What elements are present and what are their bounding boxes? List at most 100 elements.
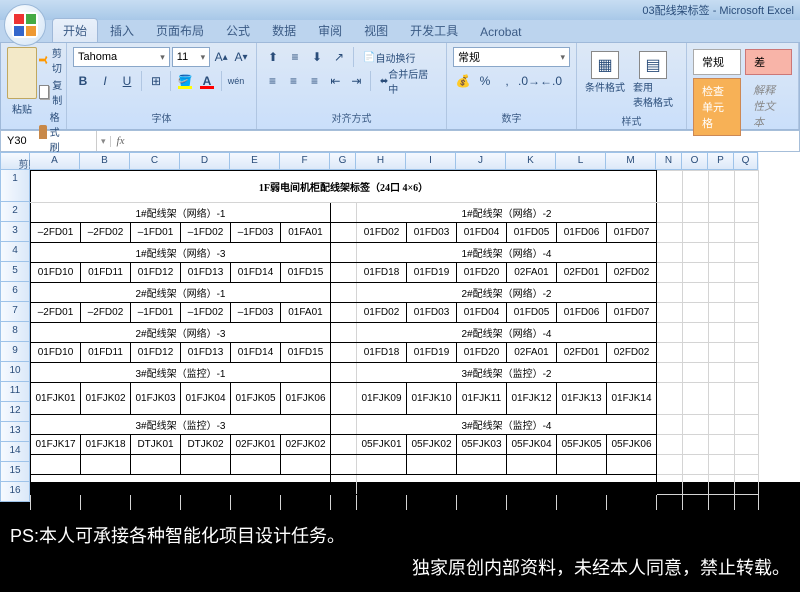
- indent-dec-button[interactable]: ⇤: [326, 71, 345, 91]
- tab-view[interactable]: 视图: [354, 19, 398, 42]
- row-header[interactable]: 4: [0, 242, 30, 262]
- align-bottom-button[interactable]: ⬇: [307, 47, 327, 67]
- col-header[interactable]: P: [708, 152, 734, 170]
- tab-acrobat[interactable]: Acrobat: [470, 22, 531, 42]
- align-center-button[interactable]: ≡: [284, 71, 303, 91]
- tab-dev[interactable]: 开发工具: [400, 19, 468, 42]
- orientation-button[interactable]: ↗: [329, 47, 349, 67]
- row-header[interactable]: 5: [0, 262, 30, 282]
- cellstyle-normal[interactable]: 常规: [693, 49, 741, 75]
- table-format-button[interactable]: ▤套用 表格格式: [631, 49, 675, 111]
- brush-icon: [39, 125, 47, 139]
- phonetic-button[interactable]: wén: [226, 71, 246, 91]
- row-header[interactable]: 15: [0, 462, 30, 482]
- row-header[interactable]: 10: [0, 362, 30, 382]
- cond-format-icon: ▦: [591, 51, 619, 79]
- fx-icon[interactable]: fx: [111, 135, 131, 147]
- tab-formula[interactable]: 公式: [216, 19, 260, 42]
- paste-label: 粘贴: [12, 101, 32, 116]
- tab-layout[interactable]: 页面布局: [146, 19, 214, 42]
- cellstyle-explain[interactable]: 解释性文本: [745, 78, 792, 134]
- font-name-combo[interactable]: Tahoma▾: [73, 47, 170, 67]
- col-header[interactable]: C: [130, 152, 180, 170]
- col-header[interactable]: H: [356, 152, 406, 170]
- align-top-button[interactable]: ⬆: [263, 47, 283, 67]
- col-header[interactable]: I: [406, 152, 456, 170]
- row-header[interactable]: 2: [0, 202, 30, 222]
- paste-icon[interactable]: [7, 47, 37, 99]
- shrink-font-button[interactable]: A▾: [232, 47, 250, 67]
- align-middle-button[interactable]: ≡: [285, 47, 305, 67]
- row-header[interactable]: 3: [0, 222, 30, 242]
- underline-button[interactable]: U: [117, 71, 137, 91]
- row-header[interactable]: 14: [0, 442, 30, 462]
- col-header[interactable]: E: [230, 152, 280, 170]
- sheet-title: 1F弱电间机柜配线架标签（24口 4×6）: [31, 171, 657, 203]
- cellstyle-bad[interactable]: 差: [745, 49, 792, 75]
- worksheet-cells[interactable]: 1F弱电间机柜配线架标签（24口 4×6） 1#配线架（网络）-11#配线架（网…: [30, 170, 759, 515]
- italic-button[interactable]: I: [95, 71, 115, 91]
- tab-data[interactable]: 数据: [262, 19, 306, 42]
- group-style: 样式: [583, 111, 680, 130]
- row-header[interactable]: 8: [0, 322, 30, 342]
- formula-bar: Y30 ▾ fx: [0, 130, 800, 152]
- col-header[interactable]: M: [606, 152, 656, 170]
- row-header[interactable]: 12: [0, 402, 30, 422]
- comma-button[interactable]: ,: [497, 71, 517, 91]
- dec-decimal-button[interactable]: ←.0: [541, 71, 561, 91]
- cut-button[interactable]: 剪切: [39, 45, 66, 75]
- tab-review[interactable]: 审阅: [308, 19, 352, 42]
- col-header[interactable]: O: [682, 152, 708, 170]
- col-header[interactable]: G: [330, 152, 356, 170]
- col-header[interactable]: N: [656, 152, 682, 170]
- table-format-icon: ▤: [639, 51, 667, 79]
- row-header[interactable]: 16: [0, 482, 30, 502]
- indent-inc-button[interactable]: ⇥: [347, 71, 366, 91]
- cellstyle-check[interactable]: 检查单元格: [693, 78, 741, 136]
- wrap-button[interactable]: 📄自动换行: [358, 47, 420, 67]
- row-header[interactable]: 7: [0, 302, 30, 322]
- row-header[interactable]: 13: [0, 422, 30, 442]
- copy-icon: [39, 85, 49, 99]
- group-align: 对齐方式: [263, 108, 440, 127]
- col-header[interactable]: F: [280, 152, 330, 170]
- font-color-button[interactable]: A: [197, 71, 217, 91]
- col-header[interactable]: D: [180, 152, 230, 170]
- office-button[interactable]: [4, 4, 46, 46]
- col-header[interactable]: B: [80, 152, 130, 170]
- currency-button[interactable]: 💰: [453, 71, 473, 91]
- watermark: PS:本人可承接各种智能化项目设计任务。 独家原创内部资料，未经本人同意，禁止转…: [0, 510, 800, 592]
- col-header[interactable]: A: [30, 152, 80, 170]
- align-left-button[interactable]: ≡: [263, 71, 282, 91]
- grow-font-button[interactable]: A▴: [212, 47, 230, 67]
- align-right-button[interactable]: ≡: [305, 71, 324, 91]
- group-font: 字体: [73, 108, 250, 127]
- border-button[interactable]: ⊞: [146, 71, 166, 91]
- col-header[interactable]: L: [556, 152, 606, 170]
- fill-color-button[interactable]: 🪣: [175, 71, 195, 91]
- col-header[interactable]: Q: [734, 152, 758, 170]
- name-dropdown[interactable]: ▾: [97, 136, 111, 147]
- inc-decimal-button[interactable]: .0→: [519, 71, 539, 91]
- tab-insert[interactable]: 插入: [100, 19, 144, 42]
- tab-home[interactable]: 开始: [52, 18, 98, 42]
- merge-button[interactable]: ⬌合并后居中: [375, 71, 440, 91]
- row-header[interactable]: 9: [0, 342, 30, 362]
- row-header[interactable]: 11: [0, 382, 30, 402]
- group-number: 数字: [453, 108, 570, 127]
- ribbon-tabs: 开始 插入 页面布局 公式 数据 审阅 视图 开发工具 Acrobat: [0, 20, 800, 42]
- percent-button[interactable]: %: [475, 71, 495, 91]
- col-header[interactable]: K: [506, 152, 556, 170]
- row-header[interactable]: 1: [0, 170, 30, 202]
- ribbon: 粘贴 剪切 复制 格式刷 剪贴板 Tahoma▾ 11▾ A▴ A▾ B I U: [0, 42, 800, 130]
- row-header[interactable]: 6: [0, 282, 30, 302]
- number-format-combo[interactable]: 常规▾: [453, 47, 570, 67]
- font-size-combo[interactable]: 11▾: [172, 47, 210, 67]
- copy-button[interactable]: 复制: [39, 77, 66, 107]
- window-title: 03配线架标签 - Microsoft Excel: [642, 2, 794, 18]
- scissors-icon: [39, 53, 49, 67]
- format-button[interactable]: 格式刷: [39, 109, 66, 154]
- cond-format-button[interactable]: ▦条件格式: [583, 49, 627, 111]
- bold-button[interactable]: B: [73, 71, 93, 91]
- col-header[interactable]: J: [456, 152, 506, 170]
